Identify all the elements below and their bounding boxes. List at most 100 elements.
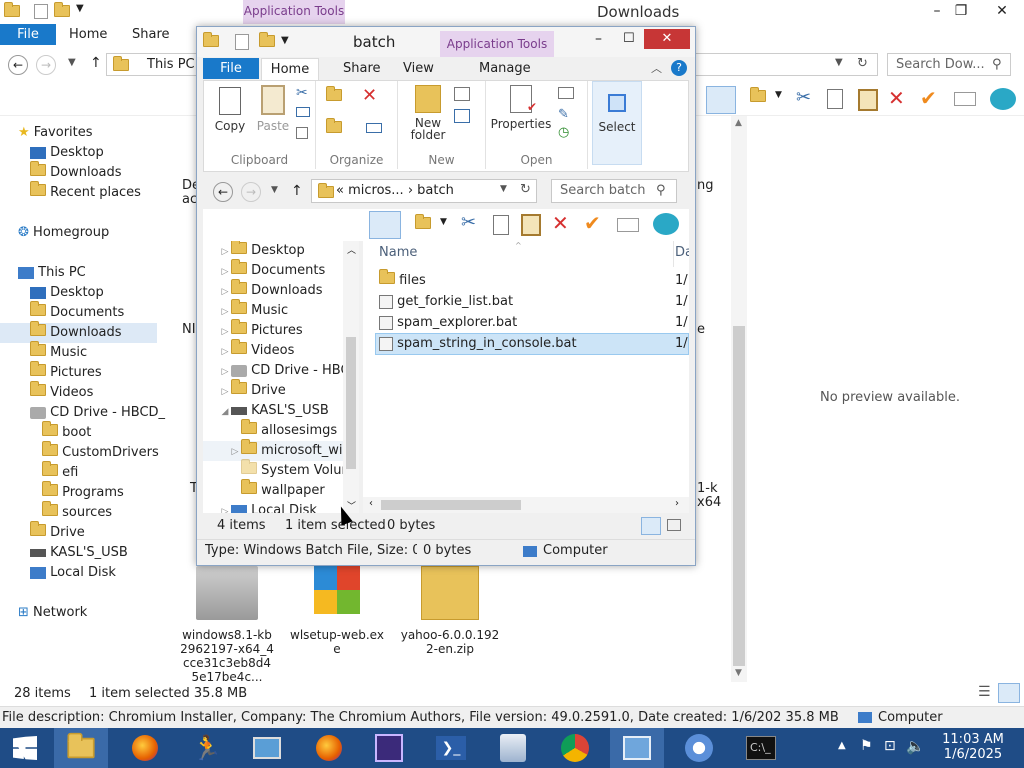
file-list-hscrollbar[interactable]: ‹ › bbox=[363, 497, 689, 513]
refresh-icon[interactable]: ↻ bbox=[857, 56, 868, 71]
preview-pane-icon[interactable] bbox=[706, 86, 736, 114]
new-folder-button[interactable]: New folder bbox=[406, 85, 450, 141]
delete-icon[interactable]: ✕ bbox=[888, 86, 905, 110]
nav-thispc-pictures[interactable]: Pictures bbox=[30, 361, 102, 383]
nav-homegroup[interactable]: ❂ Homegroup bbox=[18, 223, 109, 243]
large-icons-view-icon[interactable] bbox=[667, 519, 681, 531]
copy-path-icon[interactable] bbox=[296, 107, 310, 117]
properties-icon[interactable] bbox=[235, 34, 249, 50]
tab-share[interactable]: Share bbox=[331, 58, 393, 79]
shell-icon[interactable] bbox=[990, 88, 1016, 110]
properties-button[interactable]: ✔ Properties bbox=[490, 85, 552, 131]
scroll-down-icon[interactable]: ▼ bbox=[735, 668, 742, 678]
scrollbar-thumb[interactable] bbox=[346, 337, 356, 469]
start-button[interactable] bbox=[0, 728, 50, 768]
cut-icon[interactable]: ✂ bbox=[461, 212, 476, 233]
new-item-icon[interactable] bbox=[454, 87, 470, 101]
close-button[interactable]: ✕ bbox=[980, 0, 1024, 22]
copy-icon[interactable] bbox=[827, 89, 843, 109]
up-icon[interactable]: ↑ bbox=[291, 183, 303, 199]
tree-item-desktop[interactable]: ▷ Desktop bbox=[219, 241, 305, 261]
network-icon[interactable]: ⊡ bbox=[884, 738, 896, 754]
details-view-icon[interactable]: ☰ bbox=[978, 684, 991, 700]
scroll-up-icon[interactable]: ▲ bbox=[735, 118, 742, 128]
scroll-up-icon[interactable]: ︿ bbox=[347, 243, 356, 256]
taskbar-control-panel[interactable] bbox=[610, 728, 664, 768]
folder-icon[interactable] bbox=[750, 87, 766, 106]
paste-shortcut-icon[interactable] bbox=[296, 127, 308, 139]
cut-icon[interactable]: ✂ bbox=[296, 85, 308, 101]
taskbar-firefox[interactable] bbox=[118, 728, 172, 768]
copy-icon[interactable] bbox=[493, 215, 509, 235]
nav-thispc-videos[interactable]: Videos bbox=[30, 381, 93, 403]
history-icon[interactable]: ◷ bbox=[558, 125, 569, 140]
details-view-icon[interactable] bbox=[641, 517, 661, 535]
nav-favorites-desktop[interactable]: Desktop bbox=[30, 143, 104, 163]
recent-locations-icon[interactable]: ▼ bbox=[68, 57, 76, 68]
nav-cd-boot[interactable]: boot bbox=[42, 421, 91, 443]
customize-quick-access-icon[interactable]: ▼ bbox=[76, 3, 84, 14]
copy-to-icon[interactable] bbox=[326, 118, 342, 137]
back-icon[interactable]: ← bbox=[213, 182, 233, 202]
chevron-down-icon[interactable]: ▼ bbox=[775, 90, 782, 100]
minimize-button[interactable]: – bbox=[595, 31, 602, 47]
scroll-left-icon[interactable]: ‹ bbox=[369, 498, 373, 509]
nav-cd-customdrivers[interactable]: CustomDrivers bbox=[42, 441, 159, 463]
file-row[interactable]: get_forkie_list.bat 1/ bbox=[379, 292, 688, 312]
nav-network[interactable]: ⊞ Network bbox=[18, 603, 87, 623]
new-folder-icon[interactable] bbox=[259, 32, 275, 51]
tree-item-allosesimgs[interactable]: allosesimgs bbox=[241, 419, 337, 441]
nav-thispc[interactable]: This PC bbox=[18, 263, 86, 283]
tree-item-drive[interactable]: ▷ Drive bbox=[219, 379, 286, 401]
tree-item-pictures[interactable]: ▷ Pictures bbox=[219, 319, 303, 341]
nav-cd-drive[interactable]: CD Drive - HBCD_ bbox=[30, 403, 165, 423]
edit-icon[interactable]: ✎ bbox=[558, 107, 569, 122]
bg-scrollbar[interactable]: ▲ ▼ bbox=[731, 116, 747, 682]
taskbar-chrome[interactable] bbox=[548, 728, 602, 768]
scrollbar-thumb[interactable] bbox=[381, 500, 521, 510]
tree-item-downloads[interactable]: ▷ Downloads bbox=[219, 279, 323, 301]
paste-icon[interactable] bbox=[521, 214, 541, 236]
scrollbar-thumb[interactable] bbox=[733, 326, 745, 666]
tab-manage[interactable]: Manage bbox=[467, 58, 543, 79]
taskbar-runner-app[interactable]: 🏃 bbox=[180, 728, 234, 768]
show-hidden-icons[interactable]: ▲ bbox=[838, 740, 846, 751]
tree-item-system-volume[interactable]: System Volur bbox=[241, 459, 347, 481]
easy-access-icon[interactable] bbox=[454, 109, 470, 123]
select-button[interactable]: Select bbox=[592, 81, 642, 165]
rename-icon[interactable] bbox=[366, 123, 382, 133]
rename-icon[interactable] bbox=[954, 92, 976, 106]
nav-thispc-documents[interactable]: Documents bbox=[30, 301, 124, 323]
nav-cd-efi[interactable]: efi bbox=[42, 461, 78, 483]
bg-tab-file[interactable]: File bbox=[0, 24, 56, 45]
back-icon[interactable]: ← bbox=[8, 55, 28, 75]
column-header-name[interactable]: Name bbox=[379, 245, 417, 260]
move-to-icon[interactable] bbox=[326, 86, 342, 105]
nav-favorites[interactable]: ★ Favorites bbox=[18, 123, 93, 143]
forward-icon[interactable]: → bbox=[36, 55, 56, 75]
close-button[interactable]: ✕ bbox=[644, 29, 690, 49]
delete-icon[interactable]: ✕ bbox=[362, 85, 377, 106]
bg-search-box[interactable]: Search Dow... ⚲ bbox=[887, 53, 1011, 76]
tab-view[interactable]: View bbox=[391, 58, 446, 79]
delete-icon[interactable]: ✕ bbox=[552, 211, 569, 235]
nav-thispc-downloads[interactable]: Downloads bbox=[0, 321, 157, 343]
nav-cd-programs[interactable]: Programs bbox=[42, 481, 124, 503]
bg-file-tile[interactable]: yahoo-6.0.0.1922-en.zip bbox=[398, 560, 502, 656]
address-bar[interactable]: « micros... › batch ▼ ↻ bbox=[311, 179, 537, 203]
search-box[interactable]: Search batch ⚲ bbox=[551, 179, 677, 203]
paste-button[interactable]: Paste bbox=[254, 85, 292, 133]
help-icon[interactable]: ? bbox=[671, 60, 687, 76]
taskbar-display-app[interactable] bbox=[240, 728, 294, 768]
tree-item-videos[interactable]: ▷ Videos bbox=[219, 339, 294, 361]
volume-icon[interactable]: 🔈 bbox=[906, 737, 925, 755]
tab-file[interactable]: File bbox=[203, 58, 259, 79]
taskbar-powershell[interactable]: ❯_ bbox=[424, 728, 478, 768]
up-icon[interactable]: ↑ bbox=[90, 55, 102, 71]
bg-tab-share[interactable]: Share bbox=[120, 24, 182, 45]
maximize-button[interactable]: ❐ bbox=[946, 0, 976, 22]
nav-thispc-desktop[interactable]: Desktop bbox=[30, 283, 104, 303]
checkmark-icon[interactable]: ✔ bbox=[920, 86, 937, 110]
folder-icon[interactable] bbox=[415, 214, 431, 233]
scroll-right-icon[interactable]: › bbox=[675, 498, 679, 509]
